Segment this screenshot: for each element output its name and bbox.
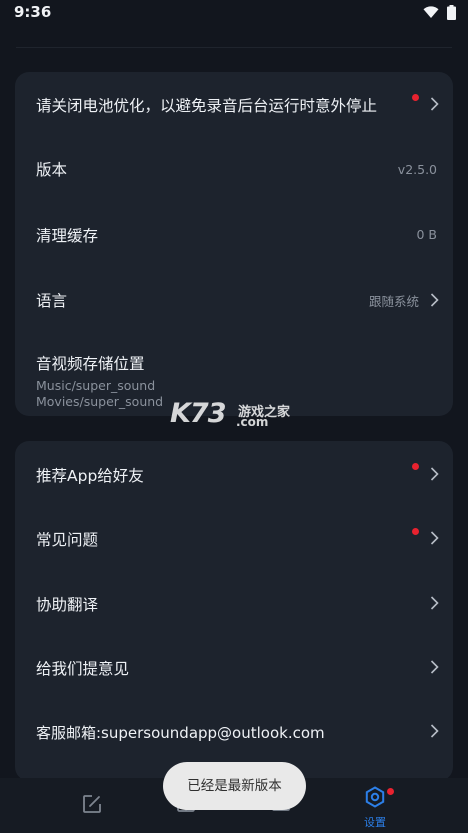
- notification-dot: [412, 463, 419, 470]
- edit-icon: [83, 795, 101, 813]
- support-email-label: 客服邮箱:supersoundapp@outlook.com: [36, 724, 325, 742]
- battery-optimization-label: 请关闭电池优化，以避免录音后台运行时意外停止: [36, 97, 378, 115]
- toast-message: 已经是最新版本: [163, 762, 306, 810]
- storage-path-movies: Movies/super_sound: [36, 394, 164, 409]
- chevron-right-icon: [430, 724, 439, 738]
- settings-group-support: 推荐App给好友 常见问题 协助翻译 给我们提意见 客服邮箱:supersoun…: [15, 441, 453, 781]
- chevron-right-icon: [430, 293, 439, 307]
- clear-cache-label: 清理缓存: [36, 227, 99, 245]
- notification-dot: [387, 788, 394, 795]
- faq-row[interactable]: 常见问题: [15, 505, 453, 569]
- header-divider: [16, 47, 452, 48]
- watermark-domain: .com: [236, 415, 269, 429]
- status-icons: [423, 5, 456, 20]
- clear-cache-row[interactable]: 清理缓存 0 B: [15, 200, 453, 264]
- watermark-logo: K73 游戏之家 .com: [170, 398, 300, 432]
- version-row[interactable]: 版本 v2.5.0: [15, 136, 453, 200]
- cache-size-value: 0 B: [416, 227, 437, 242]
- storage-location-label: 音视频存储位置: [36, 355, 145, 373]
- recommend-app-label: 推荐App给好友: [36, 467, 144, 485]
- translate-label: 协助翻译: [36, 596, 99, 614]
- watermark-brand: K73: [170, 398, 226, 429]
- version-value: v2.5.0: [397, 162, 437, 177]
- notification-dot: [412, 94, 419, 101]
- faq-label: 常见问题: [36, 531, 99, 549]
- language-value: 跟随系统: [368, 294, 419, 309]
- battery-optimization-row[interactable]: 请关闭电池优化，以避免录音后台运行时意外停止: [15, 72, 453, 136]
- storage-path-music: Music/super_sound: [36, 378, 156, 393]
- settings-icon: [365, 786, 385, 808]
- chevron-right-icon: [430, 660, 439, 674]
- feedback-label: 给我们提意见: [36, 660, 130, 678]
- language-row[interactable]: 语言 跟随系统: [15, 264, 453, 328]
- status-bar: 9:36: [0, 0, 468, 26]
- wifi-icon: [423, 6, 439, 18]
- chevron-right-icon: [430, 531, 439, 545]
- nav-item-edit[interactable]: [62, 778, 122, 833]
- chevron-right-icon: [430, 467, 439, 481]
- battery-icon: [447, 5, 456, 20]
- chevron-right-icon: [430, 97, 439, 111]
- feedback-row[interactable]: 给我们提意见: [15, 633, 453, 697]
- language-label: 语言: [36, 292, 68, 310]
- nav-item-settings[interactable]: 设置: [345, 778, 405, 833]
- notification-dot: [412, 528, 419, 535]
- support-email-row[interactable]: 客服邮箱:supersoundapp@outlook.com: [15, 697, 453, 761]
- status-time: 9:36: [14, 3, 52, 21]
- translate-row[interactable]: 协助翻译: [15, 569, 453, 633]
- nav-label-settings: 设置: [364, 816, 386, 829]
- version-label: 版本: [36, 161, 68, 179]
- recommend-app-row[interactable]: 推荐App给好友: [15, 441, 453, 505]
- chevron-right-icon: [430, 596, 439, 610]
- settings-group-general: 请关闭电池优化，以避免录音后台运行时意外停止 版本 v2.5.0 清理缓存 0 …: [15, 72, 453, 416]
